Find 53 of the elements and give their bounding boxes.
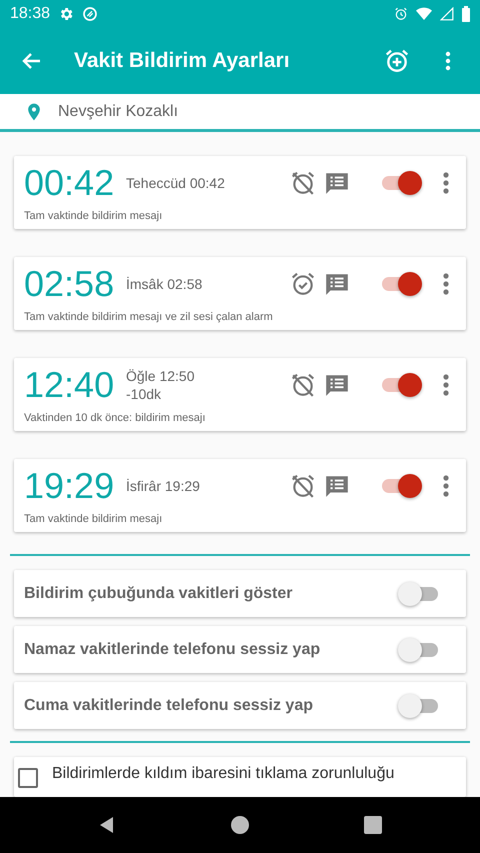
wifi-icon xyxy=(416,6,432,22)
more-icon[interactable] xyxy=(442,272,450,296)
prayer-label: İsfirâr 19:29 xyxy=(126,477,201,496)
toggle-switch[interactable] xyxy=(400,692,440,719)
alarm-off-icon[interactable] xyxy=(290,170,316,196)
alarm-description: Tam vaktinde bildirim mesajı xyxy=(24,210,164,222)
prayer-label: -10dk xyxy=(126,385,162,404)
recents-icon[interactable] xyxy=(363,815,384,835)
toggle-switch[interactable] xyxy=(380,473,420,500)
alarm-card[interactable]: 02:58 İmsâk 02:58 Tam vaktinde bildirim mesajı ve zil sesi çalan alarm xyxy=(14,257,466,330)
toggle-switch[interactable] xyxy=(380,372,420,398)
gear-icon xyxy=(58,6,74,22)
prayer-label: İmsâk 02:58 xyxy=(126,275,204,294)
prayer-label: Öğle 12:50 xyxy=(126,367,196,386)
alarm-time: 19:29 xyxy=(24,465,116,508)
status-time: 18:38 xyxy=(10,5,50,23)
setting-label: Cuma vakitlerinde telefonu sessiz yap xyxy=(24,696,314,715)
setting-card[interactable]: Bildirim çubuğunda vakitleri göster xyxy=(14,570,466,618)
toggle-switch[interactable] xyxy=(380,271,420,298)
add-alarm-icon[interactable] xyxy=(384,48,410,74)
battery-icon xyxy=(462,6,470,22)
location-name: Nevşehir Kozaklı xyxy=(58,102,178,120)
checkbox[interactable] xyxy=(18,768,38,788)
alarm-off-icon[interactable] xyxy=(290,372,316,398)
home-icon[interactable] xyxy=(230,815,250,835)
more-icon[interactable] xyxy=(442,474,450,498)
alarm-icon xyxy=(394,7,408,21)
signal-icon xyxy=(440,7,454,21)
location-bar[interactable]: Nevşehir Kozaklı xyxy=(0,94,480,132)
toggle-switch[interactable] xyxy=(400,636,440,663)
setting-label: Namaz vakitlerinde telefonu sessiz yap xyxy=(24,640,322,659)
circle-icon xyxy=(82,6,98,22)
screen-title: Vakit Bildirim Ayarları xyxy=(74,49,291,73)
alarm-description: Tam vaktinde bildirim mesajı xyxy=(24,513,164,526)
alarm-description: Tam vaktinde bildirim mesajı ve zil sesi çalan alarm xyxy=(24,311,274,324)
more-icon[interactable] xyxy=(442,171,450,195)
setting-card[interactable]: Namaz vakitlerinde telefonu sessiz yap xyxy=(14,626,466,674)
setting-card[interactable]: Cuma vakitlerinde telefonu sessiz yap xyxy=(14,682,466,730)
alarm-time: 02:58 xyxy=(24,263,116,306)
alarm-off-icon[interactable] xyxy=(290,473,316,500)
prayer-label: Teheccüd 00:42 xyxy=(126,174,226,192)
alarm-time: 00:42 xyxy=(24,162,116,204)
alarm-description: Vaktinden 10 dk önce: bildirim mesajı xyxy=(24,412,206,424)
toggle-switch[interactable] xyxy=(380,170,420,196)
alarm-time: 12:40 xyxy=(24,364,116,406)
toggle-switch[interactable] xyxy=(400,580,440,607)
setting-label: Bildirim çubuğunda vakitleri göster xyxy=(24,584,294,603)
option-label: Bildirimlerde kıldım ibaresini tıklama zorunluluğu xyxy=(52,765,394,784)
alarm-card[interactable]: 00:42 Teheccüd 00:42 Tam vaktinde bildirim mesajı xyxy=(14,156,466,230)
more-icon[interactable] xyxy=(442,373,450,398)
alarm-check-icon[interactable] xyxy=(290,271,316,298)
option-card[interactable]: Bildirimlerde kıldım ibaresini tıklama zorunluluğu xyxy=(14,757,466,797)
alarm-card[interactable]: 19:29 İsfirâr 19:29 Tam vaktinde bildirim mesajı xyxy=(14,459,466,532)
